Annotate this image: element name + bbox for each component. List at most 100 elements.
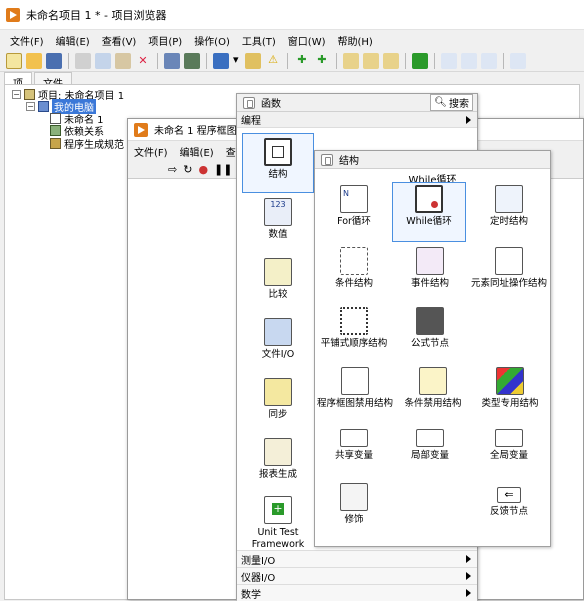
conditional-disable-icon (419, 367, 447, 395)
collapse-toggle[interactable]: − (12, 90, 21, 99)
struct-for-loop[interactable]: N For循环 (319, 185, 389, 228)
struct-local-variable[interactable]: 局部变量 (395, 429, 465, 462)
refresh-icon[interactable] (412, 52, 428, 69)
find-icon[interactable] (441, 52, 457, 69)
run-arrow-icon[interactable]: ⇨ (168, 163, 177, 176)
palette-item-comparison[interactable]: 比较 (243, 258, 313, 301)
file-io-icon (264, 318, 292, 346)
struct-type-specialization[interactable]: 类型专用结构 (471, 367, 549, 410)
flat-sequence-label: 平铺式顺序结构 (320, 338, 388, 349)
for-loop-icon: N (340, 185, 368, 213)
collapse-icon[interactable] (363, 52, 379, 69)
comparison-label: 比较 (268, 289, 288, 300)
collapse-toggle[interactable]: − (26, 102, 35, 111)
properties-icon[interactable] (245, 52, 261, 69)
struct-in-place-element[interactable]: 元素同址操作结构 (469, 247, 549, 290)
palette-item-synchronization[interactable]: 同步 (243, 378, 313, 421)
structures-palette-header: 结构 (315, 151, 550, 169)
toolbar-separator (434, 52, 435, 69)
local-variable-icon (416, 429, 444, 447)
category-programming-label: 编程 (241, 116, 261, 127)
pin-icon[interactable] (243, 96, 255, 109)
copy-icon[interactable] (95, 52, 111, 69)
feedback-node-label: 反馈节点 (489, 506, 528, 517)
type-specialization-icon (496, 367, 524, 395)
search-icon[interactable] (510, 52, 526, 69)
menu-help[interactable]: 帮助(H) (332, 33, 379, 48)
category-measurement-io[interactable]: 测量I/O (237, 550, 477, 567)
toolbar-separator (503, 52, 504, 69)
menu-operate[interactable]: 操作(O) (188, 33, 236, 48)
diagram-menu-file[interactable]: 文件(F) (128, 144, 174, 159)
category-measurement-io-label: 测量I/O (241, 555, 276, 567)
toolbar-separator (287, 52, 288, 69)
search-icon: 🔍︎ (434, 97, 447, 108)
add-item-icon[interactable]: ✚ (294, 53, 310, 69)
struct-feedback-node[interactable]: ⇐ 反馈节点 (471, 487, 547, 518)
numeric-label: 数值 (268, 229, 288, 240)
project-title-bar: 未命名项目 1 * - 项目浏览器 (0, 0, 584, 30)
struct-shared-variable[interactable]: 共享变量 (319, 429, 389, 462)
abort-icon[interactable]: ● (198, 163, 208, 176)
struct-timed-structure[interactable]: 定时结构 (471, 185, 547, 228)
category-math[interactable]: 数学 (237, 584, 477, 601)
struct-flat-sequence[interactable]: 平铺式顺序结构 (315, 307, 393, 350)
in-place-element-icon (495, 247, 523, 275)
palette-item-structures[interactable]: 结构 (242, 133, 314, 193)
type-specialization-label: 类型专用结构 (481, 398, 539, 409)
build-icon[interactable] (164, 52, 180, 69)
menu-file[interactable]: 文件(F) (4, 33, 50, 48)
pin-icon[interactable] (321, 153, 333, 166)
redo-icon[interactable] (481, 52, 497, 69)
struct-case-structure[interactable]: 条件结构 (319, 247, 389, 290)
report-generation-icon (264, 438, 292, 466)
menu-tools[interactable]: 工具(T) (236, 33, 282, 48)
menu-project[interactable]: 项目(P) (142, 33, 188, 48)
formula-node-label: 公式节点 (410, 338, 449, 349)
unit-test-framework-label: Unit Test Framework (251, 527, 305, 550)
numeric-icon: 123 (264, 198, 292, 226)
undo-icon[interactable] (461, 52, 477, 69)
struct-conditional-disable[interactable]: 条件禁用结构 (395, 367, 471, 410)
case-structure-icon (340, 247, 368, 275)
open-icon[interactable] (26, 52, 42, 69)
view-icon[interactable] (213, 52, 229, 69)
dropdown-arrow-icon[interactable]: ▾ (233, 53, 241, 69)
cut-icon[interactable] (75, 52, 91, 69)
expand-icon[interactable] (343, 52, 359, 69)
expand-arrow-icon (466, 589, 471, 597)
save-all-icon[interactable] (46, 52, 62, 69)
struct-diagram-disable[interactable]: 程序框图禁用结构 (317, 367, 393, 410)
menu-window[interactable]: 窗口(W) (282, 33, 332, 48)
for-loop-label: For循环 (337, 216, 371, 227)
category-programming[interactable]: 编程 (237, 112, 477, 128)
functions-palette-header: 函数 🔍︎ 搜索 (237, 94, 477, 112)
new-icon[interactable] (6, 52, 22, 69)
palette-item-report-generation[interactable]: 报表生成 (243, 438, 313, 481)
struct-global-variable[interactable]: 全局变量 (471, 429, 547, 462)
palette-item-unit-test-framework[interactable]: + Unit Test Framework (243, 496, 313, 551)
struct-while-loop[interactable]: While循环 (392, 182, 466, 242)
pause-icon[interactable]: ❚❚ (214, 163, 232, 176)
run-continuous-icon[interactable]: ↻ (183, 163, 192, 176)
deploy-icon[interactable] (184, 52, 200, 69)
search-button[interactable]: 🔍︎ 搜索 (430, 94, 473, 111)
diagram-menu-edit[interactable]: 编辑(E) (174, 144, 220, 159)
add-folder-icon[interactable]: ✚ (314, 53, 330, 69)
menu-edit[interactable]: 编辑(E) (50, 33, 96, 48)
filter-icon[interactable] (383, 52, 399, 69)
struct-formula-node[interactable]: 公式节点 (395, 307, 465, 350)
tree-row-build-specs[interactable]: 程序生成规范 (50, 137, 124, 151)
category-instrument-io[interactable]: 仪器I/O (237, 567, 477, 584)
palette-item-file-io[interactable]: 文件I/O (243, 318, 313, 361)
struct-event-structure[interactable]: 事件结构 (395, 247, 465, 290)
palette-item-numeric[interactable]: 123 数值 (243, 198, 313, 241)
formula-node-icon (416, 307, 444, 335)
search-label: 搜索 (449, 99, 469, 110)
in-place-element-label: 元素同址操作结构 (470, 278, 547, 289)
warning-icon[interactable]: ⚠ (265, 53, 281, 69)
struct-decorations[interactable]: 修饰 (319, 483, 389, 526)
paste-icon[interactable] (115, 52, 131, 69)
delete-icon[interactable]: ✕ (135, 53, 151, 69)
menu-view[interactable]: 查看(V) (96, 33, 143, 48)
